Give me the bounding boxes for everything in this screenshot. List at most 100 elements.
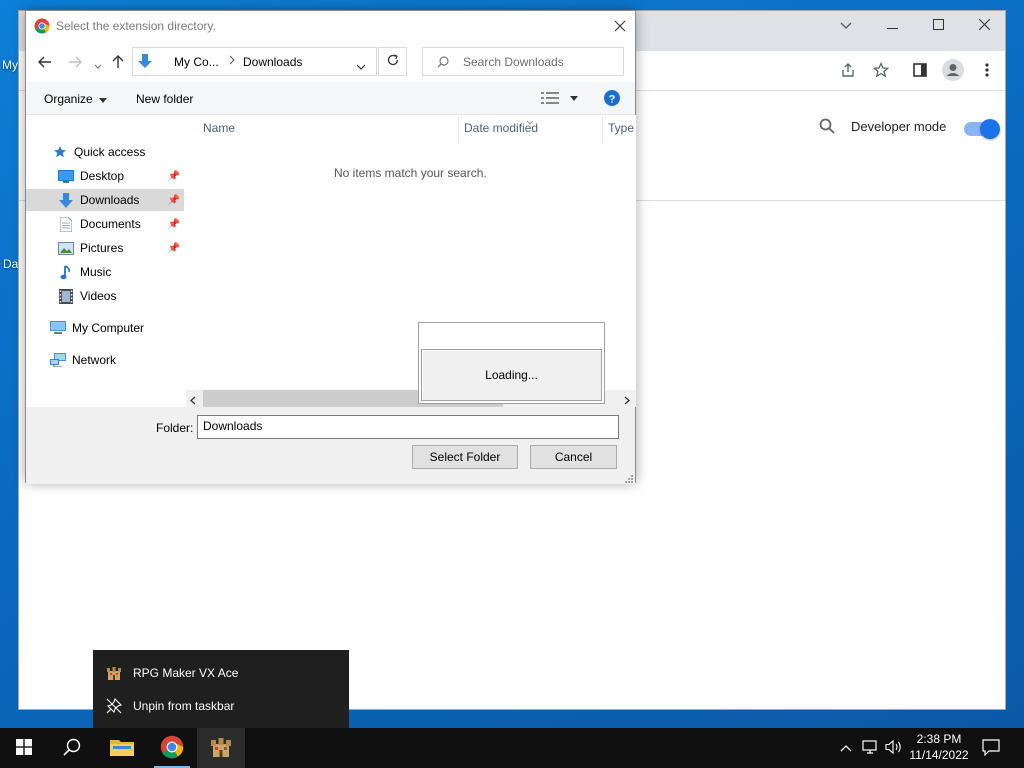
- folder-icon: [110, 737, 134, 760]
- taskbar-jump-list: RPG Maker VX Ace Unpin from taskbar: [93, 650, 349, 728]
- nav-item-pictures[interactable]: Pictures 📌: [26, 237, 184, 259]
- pin-icon: 📌: [167, 242, 180, 254]
- nav-item-desktop[interactable]: Desktop 📌: [26, 165, 184, 187]
- svg-text:?: ?: [609, 94, 616, 106]
- desktop-icon-label[interactable]: Da: [3, 257, 18, 271]
- nav-label: Quick access: [74, 145, 146, 159]
- recent-locations-chevron-icon[interactable]: [94, 59, 102, 73]
- rpg-maker-icon: [210, 736, 232, 761]
- bookmark-button[interactable]: [867, 57, 895, 85]
- taskbar-search-button[interactable]: [48, 728, 96, 768]
- close-icon: [614, 20, 626, 32]
- column-header-type[interactable]: Type: [608, 121, 634, 143]
- select-folder-button[interactable]: Select Folder: [412, 445, 518, 469]
- resize-grip-icon[interactable]: [624, 472, 633, 486]
- dialog-close-button[interactable]: [614, 20, 626, 35]
- column-separator[interactable]: [458, 117, 459, 143]
- computer-icon: [50, 320, 66, 336]
- refresh-button[interactable]: [378, 47, 407, 76]
- nav-item-documents[interactable]: Documents 📌: [26, 213, 184, 235]
- view-options-button[interactable]: [541, 92, 579, 107]
- network-icon: [50, 352, 66, 368]
- column-separator[interactable]: [602, 117, 603, 143]
- cancel-button[interactable]: Cancel: [530, 445, 617, 469]
- windows-logo-icon: [16, 738, 32, 758]
- taskbar-rpg-maker[interactable]: [197, 728, 245, 768]
- nav-label: Downloads: [80, 193, 140, 207]
- nav-label: Network: [72, 353, 117, 367]
- document-icon: [58, 216, 74, 232]
- maximize-icon: [932, 19, 944, 33]
- nav-label: Videos: [80, 289, 117, 303]
- organize-menu[interactable]: Organize: [44, 92, 108, 106]
- forward-arrow-icon[interactable]: [68, 56, 82, 71]
- share-icon: [840, 62, 856, 81]
- dialog-title: Select the extension directory.: [56, 19, 216, 33]
- download-arrow-icon: [137, 53, 153, 72]
- tab-search-button[interactable]: [823, 11, 869, 41]
- share-button[interactable]: [834, 57, 862, 85]
- nav-item-music[interactable]: Music: [26, 261, 184, 283]
- start-button[interactable]: [0, 728, 48, 768]
- jumplist-item-app[interactable]: RPG Maker VX Ace: [93, 657, 349, 689]
- rpg-maker-icon: [105, 664, 123, 682]
- jumplist-item-unpin[interactable]: Unpin from taskbar: [93, 690, 349, 722]
- side-panel-button[interactable]: [906, 57, 934, 85]
- up-arrow-icon[interactable]: [112, 55, 124, 72]
- chrome-logo-icon: [34, 18, 50, 37]
- select-folder-dialog: Select the extension directory. My Co...…: [25, 10, 636, 486]
- column-header-date-modified[interactable]: Date modified: [464, 121, 538, 143]
- network-status-icon[interactable]: [862, 739, 880, 758]
- search-box[interactable]: Search Downloads: [422, 47, 624, 76]
- folder-label: Folder:: [156, 421, 194, 435]
- address-bar[interactable]: My Co... Downloads: [132, 47, 377, 76]
- desktop-icon-label[interactable]: My: [2, 58, 18, 72]
- taskbar-chrome[interactable]: [148, 728, 196, 768]
- show-hidden-icons-chevron-icon[interactable]: [840, 741, 852, 755]
- download-arrow-icon: [58, 192, 74, 208]
- developer-mode-label: Developer mode: [851, 119, 947, 134]
- new-folder-button[interactable]: New folder: [136, 92, 193, 106]
- taskbar-file-explorer[interactable]: [98, 728, 146, 768]
- search-icon: [437, 56, 449, 71]
- developer-mode-toggle[interactable]: [964, 119, 1000, 139]
- nav-item-downloads[interactable]: Downloads 📌: [26, 189, 184, 211]
- breadcrumb-my-computer[interactable]: My Co...: [174, 55, 219, 69]
- search-input[interactable]: Search Downloads: [463, 55, 564, 69]
- minimize-button[interactable]: [869, 11, 915, 41]
- address-dropdown-chevron-icon[interactable]: [356, 59, 366, 73]
- minimize-icon: [886, 19, 898, 33]
- help-button[interactable]: ?: [604, 90, 620, 109]
- close-button[interactable]: [961, 11, 1007, 41]
- pin-icon: 📌: [167, 218, 180, 230]
- star-icon: [52, 144, 68, 160]
- nav-item-network[interactable]: Network: [26, 349, 184, 371]
- search-icon[interactable]: [819, 118, 835, 137]
- menu-button[interactable]: [973, 57, 1001, 85]
- maximize-button[interactable]: [915, 11, 961, 41]
- notification-icon: [982, 739, 1000, 757]
- dropdown-arrow-icon: [562, 93, 579, 107]
- toggle-knob: [980, 119, 1000, 139]
- scroll-left-icon[interactable]: [190, 394, 196, 408]
- nav-label: Music: [80, 265, 112, 279]
- scroll-right-icon[interactable]: [624, 394, 630, 408]
- back-arrow-icon[interactable]: [38, 56, 52, 71]
- close-icon: [978, 18, 990, 33]
- profile-button[interactable]: [939, 57, 967, 85]
- empty-message: No items match your search.: [334, 166, 487, 180]
- breadcrumb-downloads[interactable]: Downloads: [243, 55, 302, 69]
- dropdown-arrow-icon: [96, 92, 108, 106]
- folder-name-input[interactable]: Downloads: [197, 415, 619, 439]
- nav-item-quick-access[interactable]: Quick access: [26, 141, 184, 163]
- nav-item-my-computer[interactable]: My Computer: [26, 317, 184, 339]
- taskbar: 2:38 PM 11/14/2022: [0, 728, 1024, 768]
- dialog-titlebar: Select the extension directory.: [26, 11, 635, 42]
- volume-icon[interactable]: [885, 739, 903, 758]
- unpin-icon: [105, 697, 123, 715]
- command-bar: Organize New folder ?: [26, 82, 635, 115]
- column-header-name[interactable]: Name: [203, 121, 235, 143]
- notifications-button[interactable]: [982, 739, 1000, 759]
- clock[interactable]: 2:38 PM 11/14/2022: [906, 732, 972, 762]
- nav-item-videos[interactable]: Videos: [26, 285, 184, 307]
